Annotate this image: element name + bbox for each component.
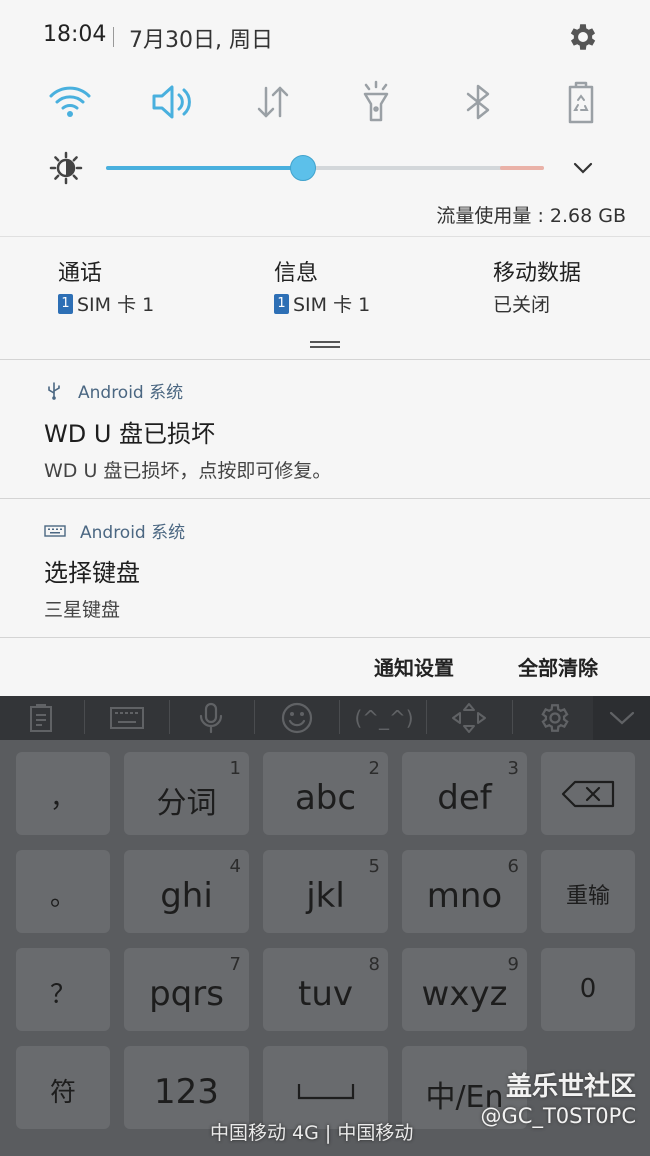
notification-app-name: Android 系统 bbox=[80, 523, 186, 543]
brightness-fill bbox=[106, 166, 303, 170]
sim-badge: 1 bbox=[58, 293, 73, 314]
key-zero[interactable]: 0 bbox=[541, 948, 635, 1031]
key-mno[interactable]: 6 mno bbox=[402, 850, 527, 933]
backspace-key[interactable] bbox=[541, 752, 635, 835]
key-wxyz[interactable]: 9 wxyz bbox=[402, 948, 527, 1031]
clock: 18:04 bbox=[43, 22, 107, 47]
wifi-icon[interactable] bbox=[46, 78, 94, 126]
keyboard-switch-icon[interactable] bbox=[100, 696, 154, 740]
microphone-icon[interactable] bbox=[186, 696, 236, 740]
sim-mobile-data-value: 已关闭 bbox=[493, 294, 551, 316]
brightness-slider[interactable] bbox=[106, 155, 544, 181]
drag-handle[interactable] bbox=[310, 341, 340, 349]
data-usage-text: 流量使用量 : 2.68 GB bbox=[436, 205, 626, 227]
watermark-logo: 盖乐世社区 bbox=[505, 1072, 636, 1102]
key-comma[interactable]: ， bbox=[16, 752, 110, 835]
key-ghi[interactable]: 4 ghi bbox=[124, 850, 249, 933]
date: 7月30日, 周日 bbox=[129, 28, 273, 53]
clear-all-button[interactable]: 全部清除 bbox=[518, 652, 598, 681]
sim-messages-title: 信息 bbox=[274, 261, 319, 286]
mobile-data-icon[interactable] bbox=[249, 78, 297, 126]
power-saving-icon[interactable] bbox=[557, 78, 605, 126]
key-question[interactable]: ？ bbox=[16, 948, 110, 1031]
space-bar-icon bbox=[297, 1084, 355, 1100]
notification-shade: 18:04 7月30日, 周日 流量使用量: 2.68 GB 通话 1 SIM… bbox=[0, 0, 650, 696]
brightness-warning-zone bbox=[500, 166, 544, 170]
sim-mobile-data[interactable]: 移动数据 已关闭 bbox=[493, 255, 581, 317]
divider bbox=[113, 27, 114, 47]
quick-toggles bbox=[0, 78, 650, 126]
key-symbols[interactable]: 符 bbox=[16, 1046, 110, 1129]
notification-app-name: Android 系统 bbox=[78, 383, 184, 403]
key-def[interactable]: 3 def bbox=[402, 752, 527, 835]
carrier-text: 中国移动 4G | 中国移动 bbox=[210, 1122, 414, 1144]
brightness-sun-icon[interactable] bbox=[49, 151, 83, 185]
brightness-row bbox=[0, 144, 650, 192]
sim-calls-title: 通话 bbox=[58, 261, 103, 286]
notification-title: 选择键盘 bbox=[44, 559, 140, 587]
key-jkl[interactable]: 5 jkl bbox=[263, 850, 388, 933]
sim-calls-value: SIM 卡 1 bbox=[77, 294, 155, 316]
keyboard-hide-chevron-icon[interactable] bbox=[593, 696, 650, 740]
usb-icon bbox=[48, 381, 60, 400]
key-numbers[interactable]: 123 bbox=[124, 1046, 249, 1129]
notification-body: WD U 盘已损坏，点按即可修复。 bbox=[44, 460, 332, 482]
key-period[interactable]: 。 bbox=[16, 850, 110, 933]
notification-title: WD U 盘已损坏 bbox=[44, 420, 216, 448]
brightness-slider-thumb[interactable] bbox=[290, 155, 316, 181]
settings-gear-icon[interactable] bbox=[566, 20, 600, 54]
status-row: 18:04 7月30日, 周日 bbox=[0, 0, 650, 75]
divider bbox=[0, 236, 650, 237]
key-fenci[interactable]: 1 分词 bbox=[124, 752, 249, 835]
clipboard-icon[interactable] bbox=[16, 696, 66, 740]
keyboard-icon bbox=[44, 524, 66, 537]
space-key[interactable] bbox=[263, 1046, 388, 1129]
notification-body: 三星键盘 bbox=[44, 599, 121, 621]
cursor-move-icon[interactable] bbox=[444, 696, 494, 740]
backspace-icon bbox=[561, 780, 615, 808]
emoji-icon[interactable] bbox=[272, 696, 322, 740]
notification-keyboard[interactable]: Android 系统 选择键盘 三星键盘 bbox=[0, 499, 650, 637]
chevron-down-icon[interactable] bbox=[571, 156, 595, 180]
notification-usb[interactable]: Android 系统 WD U 盘已损坏 WD U 盘已损坏，点按即可修复。 bbox=[0, 360, 650, 498]
divider bbox=[0, 637, 650, 638]
flashlight-icon[interactable] bbox=[352, 78, 400, 126]
key-abc[interactable]: 2 abc bbox=[263, 752, 388, 835]
watermark-handle: @GC_T0ST0PC bbox=[480, 1104, 636, 1128]
sim-mobile-data-title: 移动数据 bbox=[493, 261, 582, 286]
key-reenter[interactable]: 重输 bbox=[541, 850, 635, 933]
key-pqrs[interactable]: 7 pqrs bbox=[124, 948, 249, 1031]
notification-settings-button[interactable]: 通知设置 bbox=[374, 652, 454, 681]
key-tuv[interactable]: 8 tuv bbox=[263, 948, 388, 1031]
sim-calls[interactable]: 通话 1 SIM 卡 1 bbox=[58, 255, 154, 317]
sim-messages-value: SIM 卡 1 bbox=[293, 294, 371, 316]
bluetooth-icon[interactable] bbox=[454, 78, 502, 126]
keyboard-toolbar: (^_^) bbox=[0, 696, 650, 740]
sound-icon[interactable] bbox=[148, 78, 196, 126]
sim-messages[interactable]: 信息 1 SIM 卡 1 bbox=[274, 255, 370, 317]
keyboard-settings-gear-icon[interactable] bbox=[530, 696, 580, 740]
sim-badge: 1 bbox=[274, 293, 289, 314]
emoticon-button[interactable]: (^_^) bbox=[348, 696, 420, 740]
